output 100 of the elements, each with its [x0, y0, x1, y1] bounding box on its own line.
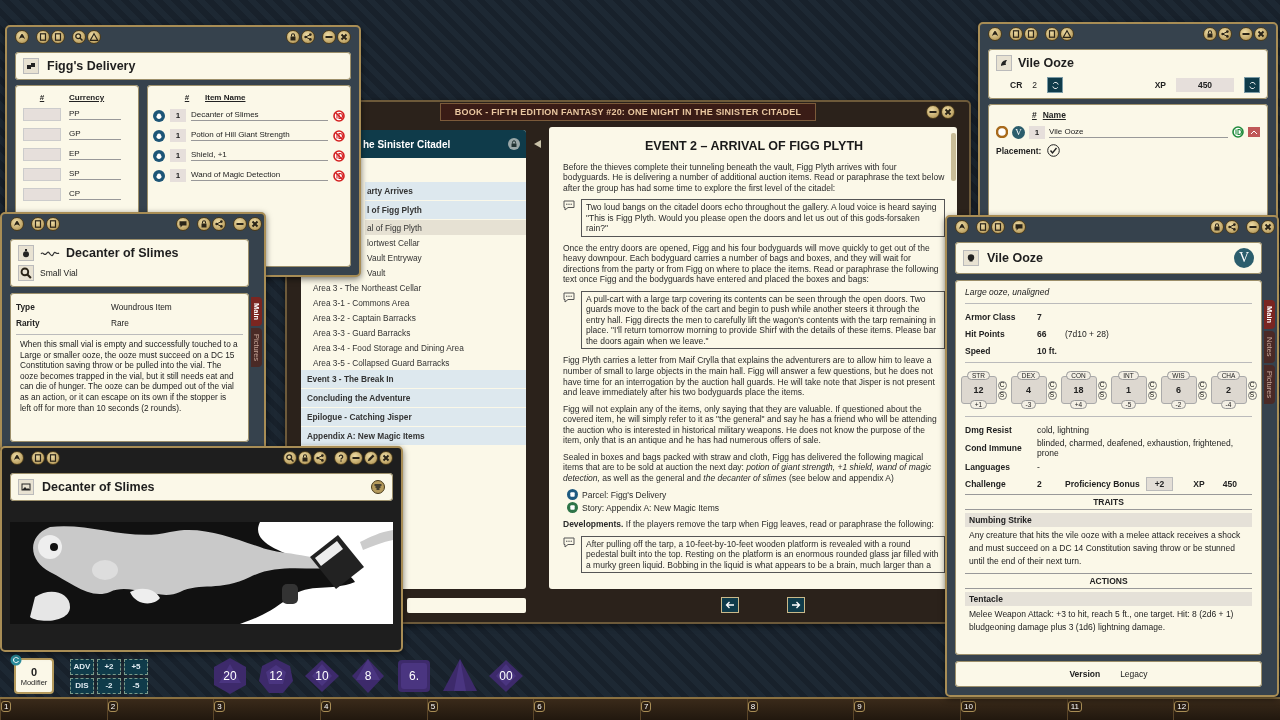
close-button[interactable] [1254, 27, 1268, 41]
scrollbar[interactable] [951, 133, 956, 181]
close-button[interactable] [379, 451, 393, 465]
link[interactable]: Story: Appendix A: New Magic Items [582, 502, 719, 514]
quantity-field[interactable]: 1 [170, 169, 186, 182]
warning-button[interactable] [87, 30, 101, 44]
share-button[interactable] [1225, 220, 1239, 234]
quantity-field[interactable]: 1 [170, 109, 186, 122]
page-button[interactable] [31, 451, 45, 465]
hotbar-slot[interactable]: 7 [641, 701, 652, 712]
id-badge-icon[interactable] [1232, 126, 1244, 138]
minimize-button[interactable] [349, 451, 363, 465]
minimize-button[interactable] [926, 105, 940, 119]
toc-item[interactable]: Area 3-2 - Captain Barracks [301, 310, 526, 325]
minimize-button[interactable] [1239, 27, 1253, 41]
id-badge-icon[interactable] [333, 149, 345, 162]
minimize-button[interactable] [1246, 220, 1260, 234]
quantity-field[interactable]: 1 [170, 129, 186, 142]
hotbar-slot[interactable]: 10 [961, 701, 976, 712]
id-badge-icon[interactable] [333, 169, 345, 182]
hotbar-slot[interactable]: 4 [321, 701, 332, 712]
hotbar-slot[interactable]: 6 [534, 701, 545, 712]
page-button[interactable] [46, 217, 60, 231]
close-button[interactable] [941, 105, 955, 119]
minimize-button[interactable] [322, 30, 336, 44]
xp-field[interactable]: 450 [1176, 78, 1234, 92]
page-button[interactable] [1045, 27, 1059, 41]
menu-button[interactable] [371, 480, 385, 494]
search-field[interactable] [407, 597, 526, 613]
previous-button[interactable] [721, 597, 739, 613]
remove-button[interactable] [1248, 127, 1260, 137]
page-button[interactable] [1024, 27, 1038, 41]
edit-button[interactable] [364, 451, 378, 465]
link[interactable]: Parcel: Figg's Delivery [582, 489, 667, 501]
amount-field[interactable] [23, 128, 61, 141]
lock-button[interactable] [1203, 27, 1217, 41]
hotbar-slot[interactable]: 1 [1, 701, 12, 712]
next-button[interactable] [787, 597, 805, 613]
hotbar-slot[interactable]: 8 [747, 701, 759, 712]
toc-item[interactable]: lortwest Cellar [365, 235, 526, 250]
page-button[interactable] [1009, 27, 1023, 41]
amount-field[interactable] [23, 108, 61, 121]
search-button[interactable] [283, 451, 297, 465]
creature-link[interactable]: Vile Ooze [1049, 126, 1228, 138]
minimize-button[interactable] [233, 217, 247, 231]
chat-button[interactable] [176, 217, 190, 231]
amount-field[interactable] [23, 188, 61, 201]
toc-item[interactable]: al of Figg Plyth [365, 220, 526, 235]
share-button[interactable] [212, 217, 226, 231]
quantity-field[interactable]: 1 [1029, 125, 1045, 139]
item-link[interactable]: Decanter of Slimes [191, 110, 328, 121]
toc-item[interactable]: Appendix A: New Magic Items [301, 427, 526, 446]
item-link[interactable]: Wand of Magic Detection [191, 170, 328, 181]
page-button[interactable] [46, 451, 60, 465]
hotbar-slot[interactable]: 5 [427, 701, 439, 712]
lock-button[interactable] [197, 217, 211, 231]
chat-button[interactable] [1012, 220, 1026, 234]
cycle-button[interactable] [1047, 77, 1063, 93]
toc-item[interactable]: Area 3-4 - Food Storage and Dining Area [301, 340, 526, 355]
toc-item[interactable]: Area 3-5 - Collapsed Guard Barracks [301, 355, 526, 370]
amount-field[interactable] [23, 148, 61, 161]
quantity-field[interactable]: 1 [170, 149, 186, 162]
cycle-button[interactable] [1244, 77, 1260, 93]
lock-button[interactable] [1210, 220, 1224, 234]
page-button[interactable] [51, 30, 65, 44]
id-badge-icon[interactable] [333, 109, 345, 122]
page-button[interactable] [976, 220, 990, 234]
lock-button[interactable] [286, 30, 300, 44]
hotbar-slot[interactable]: 11 [1067, 701, 1082, 712]
share-button[interactable] [313, 451, 327, 465]
toc-item[interactable]: Area 3-1 - Commons Area [301, 295, 526, 310]
toc-item[interactable]: arty Arrives [365, 182, 526, 201]
bonus-field[interactable]: +2 [1145, 476, 1174, 491]
reset-icon[interactable] [10, 654, 22, 666]
item-link[interactable]: Shield, +1 [191, 150, 328, 161]
toc-item[interactable]: Area 3 - The Northeast Cellar [301, 280, 526, 295]
page-button[interactable] [36, 30, 50, 44]
toc-item[interactable]: Vault Entryway [365, 250, 526, 265]
toc-item[interactable]: Event 3 - The Break In [301, 370, 526, 389]
hotbar-slot[interactable]: 3 [214, 701, 225, 712]
hotbar-slot[interactable]: 9 [854, 701, 865, 712]
share-button[interactable] [1218, 27, 1232, 41]
toc-item[interactable]: Vault [365, 265, 526, 280]
id-badge-icon[interactable] [333, 129, 345, 142]
close-button[interactable] [248, 217, 262, 231]
page-button[interactable] [991, 220, 1005, 234]
toc-item[interactable]: Epilogue - Catching Jisper [301, 408, 526, 427]
search-button[interactable] [72, 30, 86, 44]
close-button[interactable] [1261, 220, 1275, 234]
page-button[interactable] [31, 217, 45, 231]
close-button[interactable] [337, 30, 351, 44]
toc-item[interactable]: l of Figg Plyth [365, 201, 526, 220]
search-icon[interactable] [18, 265, 34, 281]
die-button[interactable]: 12 [256, 656, 296, 696]
collapse-icon[interactable] [533, 139, 542, 149]
warning-button[interactable] [1060, 27, 1074, 41]
help-button[interactable] [334, 451, 348, 465]
amount-field[interactable] [23, 168, 61, 181]
share-button[interactable] [301, 30, 315, 44]
toc-item[interactable]: Area 3-3 - Guard Barracks [301, 325, 526, 340]
